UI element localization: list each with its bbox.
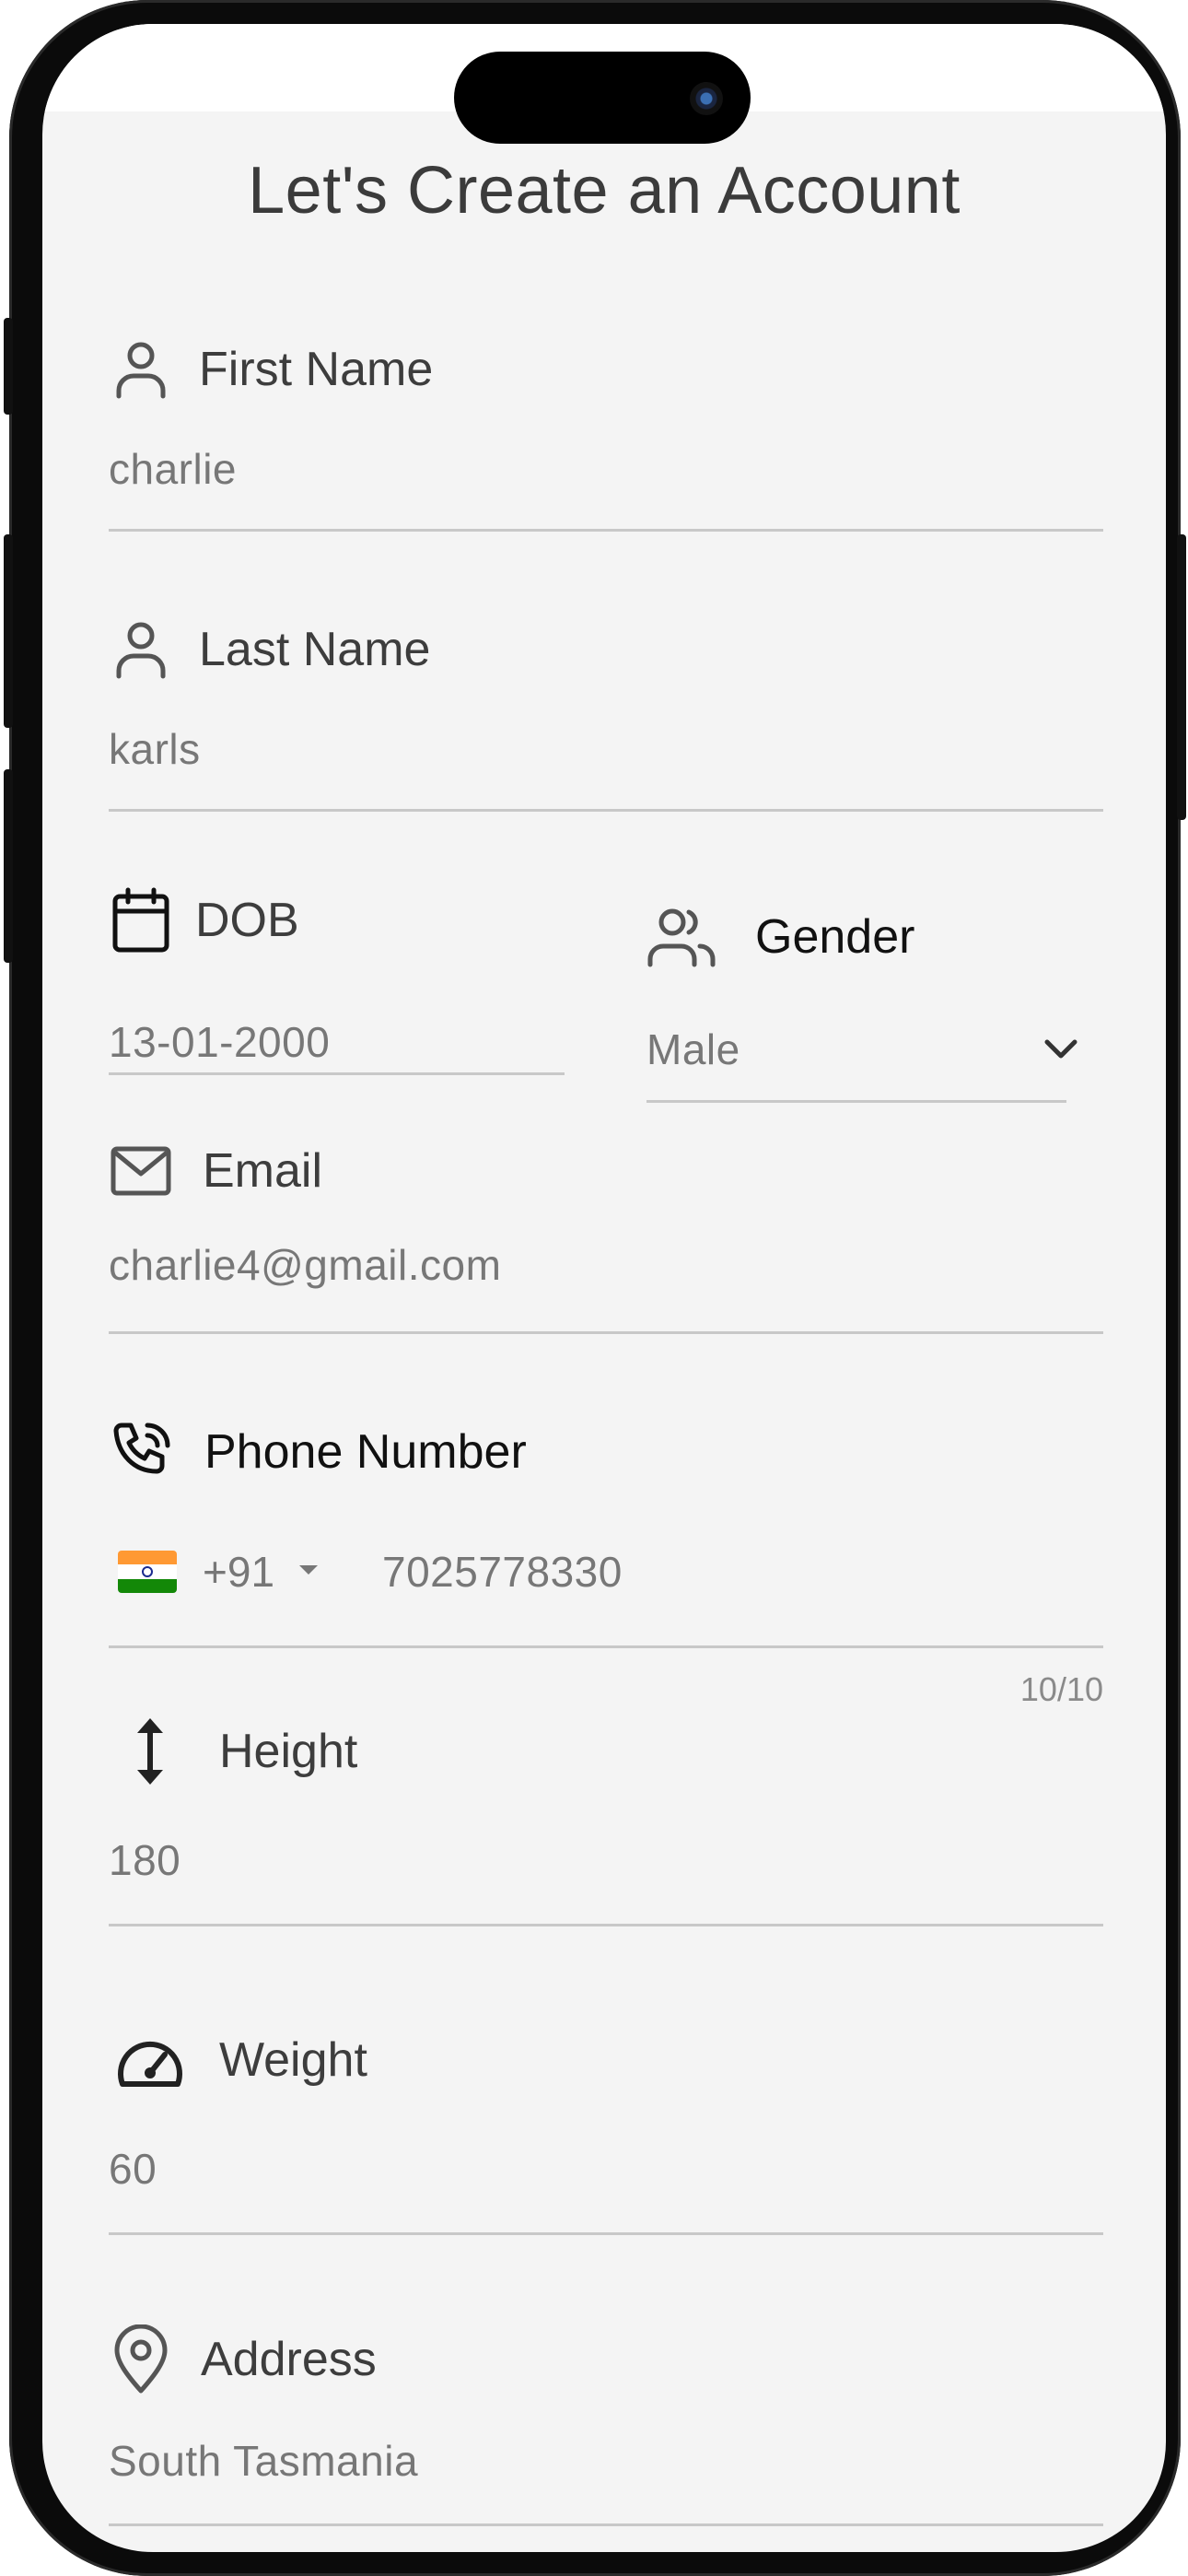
weight-underline [109, 2232, 1103, 2235]
weight-field[interactable]: Weight 60 [109, 2028, 1103, 2240]
last-name-field[interactable]: Last Name karls [109, 590, 1103, 815]
vertical-arrows-icon [109, 1718, 192, 1785]
height-field[interactable]: Height 180 [109, 1718, 1103, 1931]
phone-input[interactable]: 7025778330 [382, 1547, 623, 1597]
phone-field[interactable]: Phone Number +91 7025778330 10/10 [109, 1411, 1103, 1708]
last-name-label: Last Name [199, 623, 431, 676]
weight-input[interactable]: 60 [109, 2144, 157, 2194]
phone-frame: Let's Create an Account First Name charl… [4, 0, 1186, 2576]
character-counter: 10/10 [1019, 1670, 1103, 1708]
first-name-input[interactable]: charlie [109, 444, 237, 494]
action-button [4, 318, 13, 415]
address-underline [109, 2523, 1103, 2526]
dob-input[interactable]: 13-01-2000 [109, 1017, 330, 1067]
person-icon [109, 337, 173, 402]
dob-field[interactable]: DOB 13-01-2000 [109, 881, 565, 1083]
email-label: Email [203, 1144, 323, 1198]
first-name-underline [109, 529, 1103, 532]
india-flag-icon [118, 1551, 177, 1593]
height-underline [109, 1924, 1103, 1926]
people-icon [646, 905, 716, 969]
email-input[interactable]: charlie4@gmail.com [109, 1240, 501, 1290]
person-icon [109, 617, 173, 682]
app-screen: Let's Create an Account First Name charl… [42, 24, 1166, 2552]
height-input[interactable]: 180 [109, 1835, 181, 1885]
first-name-field[interactable]: First Name charlie [109, 310, 1103, 535]
gender-value: Male [646, 1025, 740, 1073]
chevron-down-icon[interactable] [1042, 1037, 1079, 1066]
weight-label: Weight [219, 2033, 367, 2087]
gender-dropdown[interactable]: Gender Male [646, 899, 1077, 1107]
volume-up-button [4, 534, 13, 728]
phone-ringing-icon [109, 1420, 173, 1484]
phone-label: Phone Number [204, 1425, 527, 1479]
address-field[interactable]: Address South Tasmania [109, 2324, 1103, 2539]
gender-underline [646, 1100, 1066, 1103]
first-name-label: First Name [199, 343, 434, 396]
last-name-underline [109, 809, 1103, 812]
address-input[interactable]: South Tasmania [109, 2436, 418, 2486]
phone-underline [109, 1645, 1103, 1648]
dynamic-island [454, 52, 751, 144]
dob-underline [109, 1072, 565, 1075]
height-label: Height [219, 1725, 358, 1778]
calendar-icon [109, 887, 173, 953]
caret-down-icon [298, 1563, 319, 1581]
gender-label: Gender [755, 910, 915, 964]
page-title: Let's Create an Account [248, 154, 961, 228]
email-underline [109, 1331, 1103, 1334]
envelope-icon [109, 1139, 173, 1203]
last-name-input[interactable]: karls [109, 724, 201, 774]
country-code: +91 [203, 1548, 275, 1596]
country-code-selector[interactable]: +91 [118, 1547, 319, 1597]
email-field[interactable]: Email charlie4@gmail.com [109, 1130, 1103, 1341]
address-label: Address [201, 2333, 377, 2386]
dob-label: DOB [195, 894, 299, 947]
volume-down-button [4, 769, 13, 963]
power-button [1177, 534, 1186, 820]
camera-icon [690, 82, 723, 115]
map-pin-icon [109, 2324, 173, 2394]
gauge-icon [109, 2028, 192, 2092]
